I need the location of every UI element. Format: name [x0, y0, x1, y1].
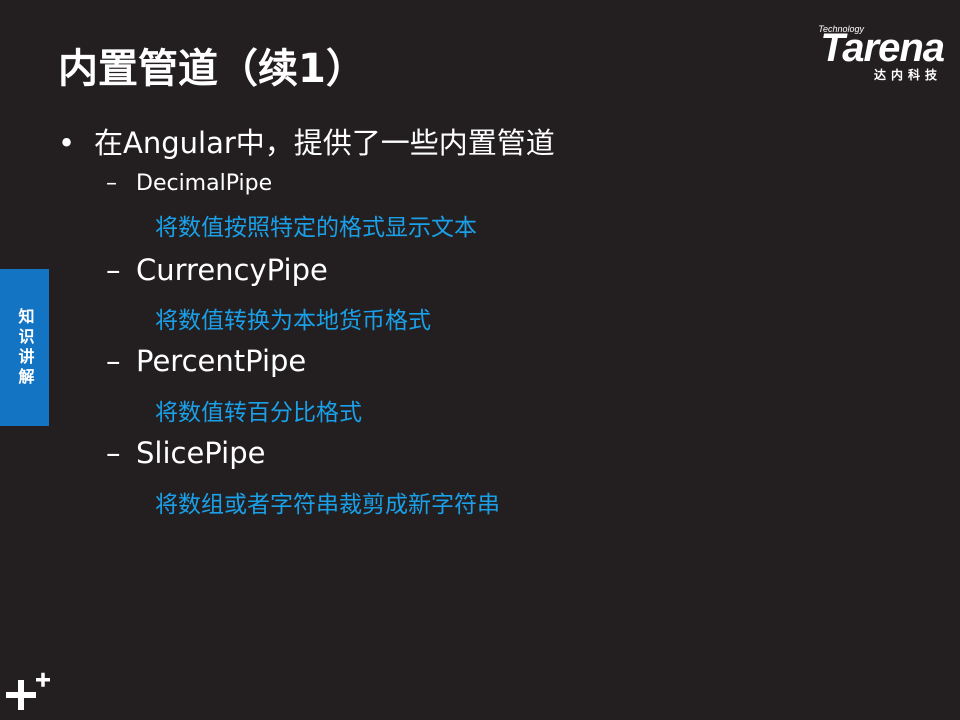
pipe-desc: 将数值转换为本地货币格式 [155, 308, 431, 334]
pipe-name: DecimalPipe [136, 171, 273, 196]
list-item-decimalpipe: – DecimalPipe [106, 171, 272, 196]
bullet-marker: • [58, 126, 76, 160]
main-bullet-text: 在Angular中，提供了一些内置管道 [94, 126, 555, 160]
slide-title: 内置管道（续1） [58, 46, 366, 92]
pipe-desc: 将数组或者字符串裁剪成新字符串 [155, 492, 500, 518]
side-tab-label: 知识讲解 [15, 307, 35, 388]
side-tab: 知识讲解 [0, 269, 49, 426]
pipe-name: CurrencyPipe [136, 253, 328, 287]
dash-marker: – [106, 253, 121, 287]
main-bullet: • 在Angular中，提供了一些内置管道 [58, 120, 555, 162]
pipe-desc: 将数值按照特定的格式显示文本 [155, 215, 477, 241]
dash-marker: – [106, 344, 121, 378]
list-item-percentpipe: – PercentPipe [106, 344, 306, 378]
pipe-name: SlicePipe [136, 436, 266, 470]
list-item-currencypipe: – CurrencyPipe [106, 253, 328, 287]
list-item-slicepipe: – SlicePipe [106, 436, 265, 470]
logo-cn-text: 达内科技 [873, 68, 942, 82]
logo-wordmark: Tarena [820, 26, 945, 70]
dash-marker: – [106, 436, 121, 470]
pipe-name: PercentPipe [136, 344, 307, 378]
tarena-logo: Technology Tarena 达内科技 [774, 24, 945, 84]
plus-mark-icon [6, 672, 50, 710]
pipe-desc: 将数值转百分比格式 [155, 400, 362, 426]
dash-marker: – [106, 171, 117, 196]
